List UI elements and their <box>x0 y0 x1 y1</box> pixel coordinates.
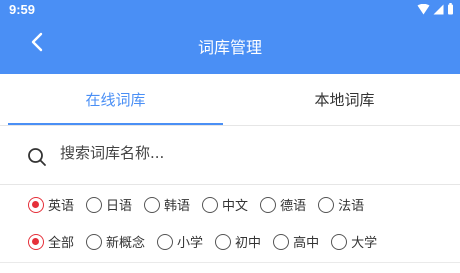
radio-circle <box>86 233 103 250</box>
level-filter: 全部 新概念 小学 初中 高中 大学 <box>28 232 377 251</box>
radio-language-french[interactable]: 法语 <box>318 195 364 214</box>
page-title: 词库管理 <box>197 38 262 57</box>
radio-level-junior-high[interactable]: 初中 <box>215 232 261 251</box>
search-bar <box>0 127 460 185</box>
status-icons <box>417 3 454 15</box>
radio-language-korean[interactable]: 韩语 <box>144 195 190 214</box>
radio-circle <box>260 196 277 213</box>
radio-label: 中文 <box>222 199 249 214</box>
radio-circle <box>202 196 219 213</box>
radio-language-chinese[interactable]: 中文 <box>202 195 248 214</box>
radio-language-german[interactable]: 德语 <box>260 195 306 214</box>
radio-label: 高中 <box>293 236 320 251</box>
active-tab-indicator <box>8 123 223 125</box>
radio-language-japanese[interactable]: 日语 <box>86 195 132 214</box>
radio-circle <box>318 196 335 213</box>
radio-circle <box>157 233 174 250</box>
radio-label: 初中 <box>235 236 262 251</box>
tab-online-library[interactable]: 在线词库 <box>8 74 223 126</box>
tab-local-library[interactable]: 本地词库 <box>237 74 452 126</box>
radio-level-primary[interactable]: 小学 <box>157 232 203 251</box>
radio-circle <box>86 196 103 213</box>
radio-circle <box>144 196 161 213</box>
wifi-icon <box>417 3 430 14</box>
radio-level-senior-high[interactable]: 高中 <box>273 232 319 251</box>
radio-label: 英语 <box>48 199 75 214</box>
battery-icon <box>448 3 453 15</box>
divider <box>0 262 460 263</box>
radio-label: 法语 <box>338 199 365 214</box>
radio-label: 大学 <box>351 236 378 251</box>
radio-label: 小学 <box>177 236 204 251</box>
radio-circle <box>331 233 348 250</box>
radio-circle <box>28 233 44 250</box>
radio-label: 新概念 <box>106 236 146 251</box>
radio-label: 全部 <box>48 236 75 251</box>
radio-label: 韩语 <box>164 199 191 214</box>
radio-label: 德语 <box>280 199 307 214</box>
tab-bar: 在线词库 本地词库 <box>0 74 460 126</box>
signal-icon <box>433 4 444 14</box>
app-header: 9:59 词库管理 <box>0 0 460 74</box>
radio-level-university[interactable]: 大学 <box>331 232 377 251</box>
search-input[interactable] <box>60 144 380 162</box>
radio-language-english[interactable]: 英语 <box>28 195 74 214</box>
radio-level-new-concept[interactable]: 新概念 <box>86 232 145 251</box>
status-bar: 9:59 <box>0 0 460 22</box>
radio-level-all[interactable]: 全部 <box>28 232 74 251</box>
radio-label: 日语 <box>106 199 133 214</box>
search-icon <box>28 148 46 166</box>
radio-circle <box>28 196 44 213</box>
status-time: 9:59 <box>9 2 36 17</box>
radio-circle <box>215 233 232 250</box>
radio-circle <box>273 233 290 250</box>
language-filter: 英语 日语 韩语 中文 德语 法语 <box>28 195 364 214</box>
